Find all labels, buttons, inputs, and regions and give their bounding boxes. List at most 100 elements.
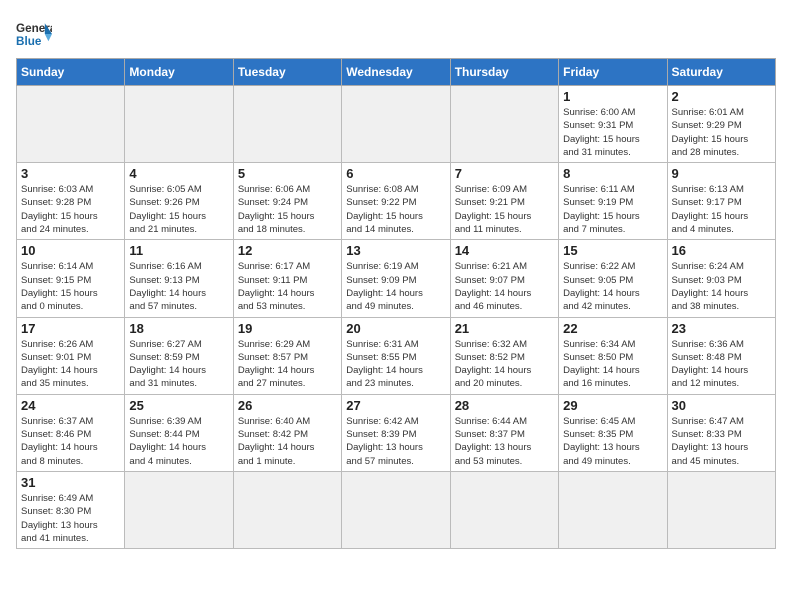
day-number: 26 — [238, 398, 337, 413]
calendar-day: 29 Sunrise: 6:45 AM Sunset: 8:35 PM Dayli… — [559, 394, 667, 471]
calendar: SundayMondayTuesdayWednesdayThursdayFrid… — [16, 58, 776, 549]
calendar-day — [342, 471, 450, 548]
day-info: Sunrise: 6:11 AM Sunset: 9:19 PM Dayligh… — [563, 183, 662, 236]
calendar-day: 1 Sunrise: 6:00 AM Sunset: 9:31 PM Daylig… — [559, 86, 667, 163]
calendar-day: 30 Sunrise: 6:47 AM Sunset: 8:33 PM Dayli… — [667, 394, 775, 471]
day-info: Sunrise: 6:40 AM Sunset: 8:42 PM Dayligh… — [238, 415, 337, 468]
day-info: Sunrise: 6:22 AM Sunset: 9:05 PM Dayligh… — [563, 260, 662, 313]
calendar-day: 15 Sunrise: 6:22 AM Sunset: 9:05 PM Dayli… — [559, 240, 667, 317]
day-info: Sunrise: 6:13 AM Sunset: 9:17 PM Dayligh… — [672, 183, 771, 236]
day-number: 3 — [21, 166, 120, 181]
day-number: 10 — [21, 243, 120, 258]
logo: General Blue — [16, 16, 52, 52]
calendar-day: 13 Sunrise: 6:19 AM Sunset: 9:09 PM Dayli… — [342, 240, 450, 317]
day-number: 15 — [563, 243, 662, 258]
day-number: 28 — [455, 398, 554, 413]
calendar-header-wednesday: Wednesday — [342, 59, 450, 86]
day-info: Sunrise: 6:08 AM Sunset: 9:22 PM Dayligh… — [346, 183, 445, 236]
day-info: Sunrise: 6:47 AM Sunset: 8:33 PM Dayligh… — [672, 415, 771, 468]
calendar-day — [233, 471, 341, 548]
calendar-day: 23Sunrise: 6:36 AM Sunset: 8:48 PM Dayli… — [667, 317, 775, 394]
day-number: 19 — [238, 321, 337, 336]
day-info: Sunrise: 6:24 AM Sunset: 9:03 PM Dayligh… — [672, 260, 771, 313]
calendar-header-saturday: Saturday — [667, 59, 775, 86]
day-info: Sunrise: 6:45 AM Sunset: 8:35 PM Dayligh… — [563, 415, 662, 468]
day-info: Sunrise: 6:34 AM Sunset: 8:50 PM Dayligh… — [563, 338, 662, 391]
calendar-day: 26 Sunrise: 6:40 AM Sunset: 8:42 PM Dayli… — [233, 394, 341, 471]
calendar-day — [125, 86, 233, 163]
day-number: 16 — [672, 243, 771, 258]
calendar-day: 20Sunrise: 6:31 AM Sunset: 8:55 PM Dayli… — [342, 317, 450, 394]
calendar-header-row: SundayMondayTuesdayWednesdayThursdayFrid… — [17, 59, 776, 86]
calendar-week-row: 10Sunrise: 6:14 AM Sunset: 9:15 PM Dayli… — [17, 240, 776, 317]
calendar-week-row: 24Sunrise: 6:37 AM Sunset: 8:46 PM Dayli… — [17, 394, 776, 471]
day-number: 12 — [238, 243, 337, 258]
calendar-week-row: 1 Sunrise: 6:00 AM Sunset: 9:31 PM Daylig… — [17, 86, 776, 163]
calendar-day: 5 Sunrise: 6:06 AM Sunset: 9:24 PM Daylig… — [233, 163, 341, 240]
day-info: Sunrise: 6:06 AM Sunset: 9:24 PM Dayligh… — [238, 183, 337, 236]
svg-text:Blue: Blue — [16, 35, 42, 48]
day-number: 30 — [672, 398, 771, 413]
day-info: Sunrise: 6:09 AM Sunset: 9:21 PM Dayligh… — [455, 183, 554, 236]
day-info: Sunrise: 6:49 AM Sunset: 8:30 PM Dayligh… — [21, 492, 120, 545]
calendar-day: 31Sunrise: 6:49 AM Sunset: 8:30 PM Dayli… — [17, 471, 125, 548]
day-number: 25 — [129, 398, 228, 413]
day-info: Sunrise: 6:01 AM Sunset: 9:29 PM Dayligh… — [672, 106, 771, 159]
calendar-day: 17Sunrise: 6:26 AM Sunset: 9:01 PM Dayli… — [17, 317, 125, 394]
day-number: 2 — [672, 89, 771, 104]
calendar-day — [233, 86, 341, 163]
day-number: 6 — [346, 166, 445, 181]
day-number: 21 — [455, 321, 554, 336]
day-number: 29 — [563, 398, 662, 413]
calendar-day: 12 Sunrise: 6:17 AM Sunset: 9:11 PM Dayli… — [233, 240, 341, 317]
day-number: 13 — [346, 243, 445, 258]
calendar-week-row: 17Sunrise: 6:26 AM Sunset: 9:01 PM Dayli… — [17, 317, 776, 394]
day-info: Sunrise: 6:21 AM Sunset: 9:07 PM Dayligh… — [455, 260, 554, 313]
calendar-day: 25Sunrise: 6:39 AM Sunset: 8:44 PM Dayli… — [125, 394, 233, 471]
calendar-day — [342, 86, 450, 163]
day-number: 7 — [455, 166, 554, 181]
day-number: 4 — [129, 166, 228, 181]
generalblue-logo-icon: General Blue — [16, 16, 52, 52]
day-info: Sunrise: 6:36 AM Sunset: 8:48 PM Dayligh… — [672, 338, 771, 391]
day-info: Sunrise: 6:19 AM Sunset: 9:09 PM Dayligh… — [346, 260, 445, 313]
calendar-day — [17, 86, 125, 163]
calendar-day: 10Sunrise: 6:14 AM Sunset: 9:15 PM Dayli… — [17, 240, 125, 317]
calendar-day — [450, 471, 558, 548]
day-info: Sunrise: 6:42 AM Sunset: 8:39 PM Dayligh… — [346, 415, 445, 468]
day-info: Sunrise: 6:03 AM Sunset: 9:28 PM Dayligh… — [21, 183, 120, 236]
calendar-header-tuesday: Tuesday — [233, 59, 341, 86]
calendar-day: 6 Sunrise: 6:08 AM Sunset: 9:22 PM Daylig… — [342, 163, 450, 240]
day-number: 24 — [21, 398, 120, 413]
calendar-day: 4 Sunrise: 6:05 AM Sunset: 9:26 PM Daylig… — [125, 163, 233, 240]
day-number: 17 — [21, 321, 120, 336]
day-number: 11 — [129, 243, 228, 258]
calendar-day: 28Sunrise: 6:44 AM Sunset: 8:37 PM Dayli… — [450, 394, 558, 471]
calendar-day — [667, 471, 775, 548]
calendar-week-row: 3 Sunrise: 6:03 AM Sunset: 9:28 PM Daylig… — [17, 163, 776, 240]
calendar-day: 7 Sunrise: 6:09 AM Sunset: 9:21 PM Daylig… — [450, 163, 558, 240]
calendar-header-monday: Monday — [125, 59, 233, 86]
calendar-day: 8Sunrise: 6:11 AM Sunset: 9:19 PM Daylig… — [559, 163, 667, 240]
day-number: 22 — [563, 321, 662, 336]
day-info: Sunrise: 6:17 AM Sunset: 9:11 PM Dayligh… — [238, 260, 337, 313]
calendar-day: 18Sunrise: 6:27 AM Sunset: 8:59 PM Dayli… — [125, 317, 233, 394]
calendar-day: 27Sunrise: 6:42 AM Sunset: 8:39 PM Dayli… — [342, 394, 450, 471]
day-info: Sunrise: 6:00 AM Sunset: 9:31 PM Dayligh… — [563, 106, 662, 159]
calendar-header-sunday: Sunday — [17, 59, 125, 86]
calendar-day — [559, 471, 667, 548]
calendar-day: 14 Sunrise: 6:21 AM Sunset: 9:07 PM Dayli… — [450, 240, 558, 317]
day-number: 18 — [129, 321, 228, 336]
day-number: 14 — [455, 243, 554, 258]
day-info: Sunrise: 6:05 AM Sunset: 9:26 PM Dayligh… — [129, 183, 228, 236]
calendar-header-friday: Friday — [559, 59, 667, 86]
day-info: Sunrise: 6:29 AM Sunset: 8:57 PM Dayligh… — [238, 338, 337, 391]
calendar-day: 3 Sunrise: 6:03 AM Sunset: 9:28 PM Daylig… — [17, 163, 125, 240]
calendar-day: 16 Sunrise: 6:24 AM Sunset: 9:03 PM Dayli… — [667, 240, 775, 317]
day-number: 1 — [563, 89, 662, 104]
calendar-week-row: 31Sunrise: 6:49 AM Sunset: 8:30 PM Dayli… — [17, 471, 776, 548]
day-number: 5 — [238, 166, 337, 181]
day-number: 9 — [672, 166, 771, 181]
day-info: Sunrise: 6:32 AM Sunset: 8:52 PM Dayligh… — [455, 338, 554, 391]
calendar-header-thursday: Thursday — [450, 59, 558, 86]
